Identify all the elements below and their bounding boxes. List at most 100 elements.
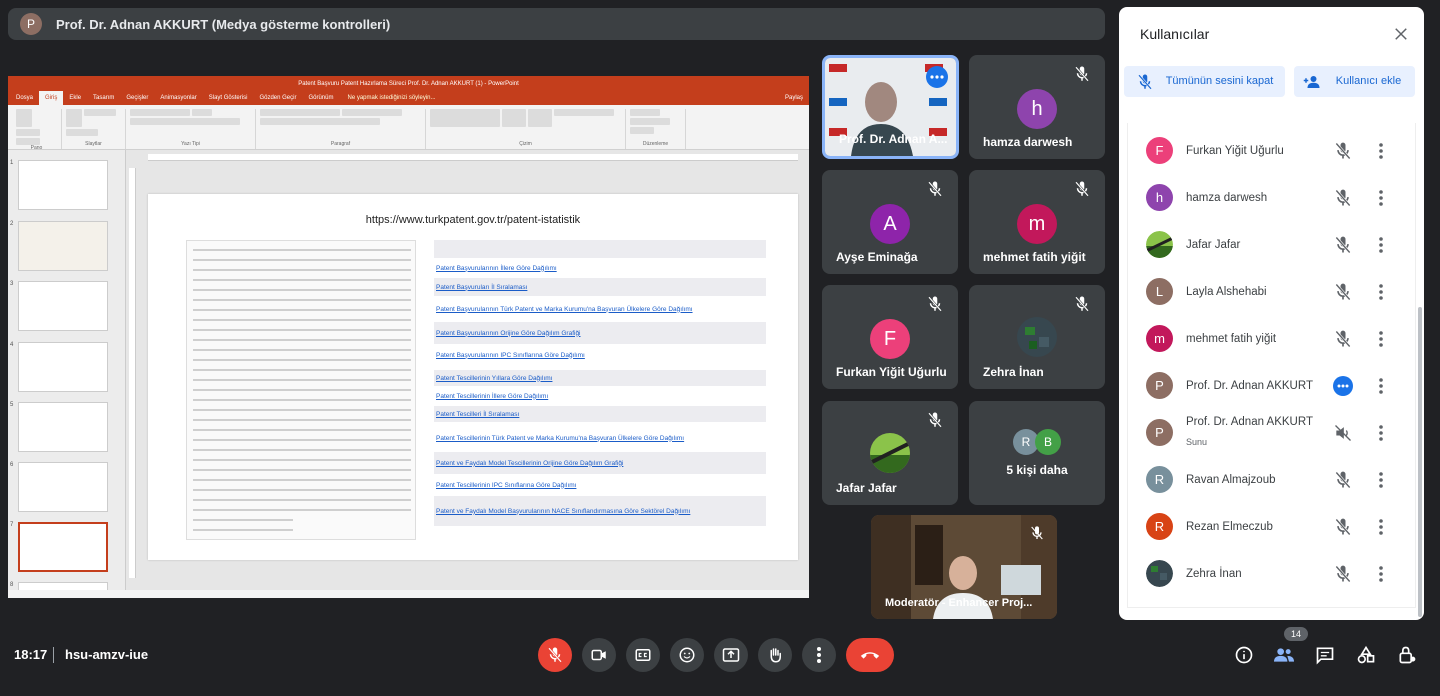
participant-row[interactable]: Zehra İnan — [1128, 550, 1417, 597]
present-screen-button[interactable] — [714, 638, 748, 672]
pp-tab-animations[interactable]: Animasyonlar — [154, 91, 202, 105]
tile-avatar: A — [870, 204, 910, 244]
mic-off-icon[interactable] — [1333, 188, 1353, 208]
stat-link[interactable]: Patent Başvurularının İllere Göre Dağılı… — [434, 262, 766, 274]
stat-link[interactable]: Patent Tescillerinin Türk Patent ve Mark… — [434, 430, 766, 446]
stat-link[interactable]: Patent Başvurularının Türk Patent ve Mar… — [434, 300, 766, 318]
mic-off-icon[interactable] — [1333, 470, 1353, 490]
mute-all-button[interactable]: Tümünün sesini kapat — [1124, 66, 1285, 97]
slide-thumb[interactable]: 5 — [10, 402, 124, 455]
stat-link[interactable]: Patent ve Faydalı Model Tescillerinin Or… — [434, 452, 766, 474]
slide-thumb[interactable]: 2 — [10, 221, 124, 274]
tile-hamza[interactable]: h hamza darwesh — [969, 55, 1105, 159]
stat-link[interactable] — [434, 240, 766, 258]
participant-row[interactable]: F Furkan Yiğit Uğurlu — [1128, 127, 1417, 174]
participant-row[interactable]: L Layla Alshehabi — [1128, 268, 1417, 315]
participant-row[interactable]: P Prof. Dr. Adnan AKKURT Sunu — [1128, 409, 1417, 456]
more-vert-icon[interactable] — [1375, 282, 1387, 302]
more-options-icon[interactable] — [926, 66, 948, 88]
slide-thumb[interactable]: 1 — [10, 160, 124, 213]
pp-tab-file[interactable]: Dosya — [10, 91, 39, 105]
mic-off-icon[interactable] — [1333, 282, 1353, 302]
stat-link[interactable]: Patent ve Faydalı Model Başvurularının N… — [434, 496, 766, 526]
captions-button[interactable] — [626, 638, 660, 672]
ribbon-group-clipboard: Pano — [12, 109, 62, 151]
host-controls-button[interactable] — [1395, 643, 1419, 667]
close-icon[interactable] — [1392, 25, 1410, 43]
speaking-indicator-icon — [1333, 375, 1353, 396]
pp-tell-me[interactable]: Ne yapmak istediğinizi söyleyin... — [347, 95, 435, 101]
stat-link[interactable]: Patent Tescillerinin İllere Göre Dağılım… — [434, 390, 766, 402]
pp-tab-review[interactable]: Gözden Geçir — [253, 91, 302, 105]
stat-link[interactable]: Patent Başvurularının IPC Sınıflarına Gö… — [434, 348, 766, 362]
tile-more-people[interactable]: R B 5 kişi daha — [969, 401, 1105, 505]
raise-hand-button[interactable] — [758, 638, 792, 672]
more-options-button[interactable] — [802, 638, 836, 672]
tile-presenter[interactable]: Prof. Dr. Adnan A... — [822, 55, 959, 159]
tile-mehmet[interactable]: m mehmet fatih yiğit — [969, 170, 1105, 274]
activities-button[interactable] — [1354, 643, 1378, 667]
pp-share-button[interactable]: Paylaş — [785, 95, 803, 101]
mic-off-icon[interactable] — [1333, 517, 1353, 537]
pp-tab-insert[interactable]: Ekle — [63, 91, 87, 105]
chat-button[interactable] — [1313, 643, 1337, 667]
stat-link[interactable]: Patent Tescilleri İl Sıralaması — [434, 406, 766, 422]
volume-off-icon[interactable] — [1333, 423, 1353, 443]
participant-row[interactable]: h hamza darwesh — [1128, 174, 1417, 221]
mic-off-icon[interactable] — [1333, 329, 1353, 349]
mic-off-icon[interactable] — [1333, 564, 1353, 584]
pp-tab-slideshow[interactable]: Slayt Gösterisi — [203, 91, 254, 105]
people-button[interactable] — [1272, 643, 1296, 667]
stat-link[interactable]: Patent Başvurularının Orijine Göre Dağıl… — [434, 322, 766, 344]
participant-row[interactable]: Jafar Jafar — [1128, 221, 1417, 268]
meeting-details-button[interactable] — [1232, 643, 1256, 667]
info-icon — [1235, 646, 1253, 664]
pp-tab-view[interactable]: Görünüm — [302, 91, 339, 105]
pp-tab-design[interactable]: Tasarım — [87, 91, 120, 105]
tile-jafar[interactable]: Jafar Jafar — [822, 401, 958, 505]
add-user-button[interactable]: Kullanıcı ekle — [1294, 66, 1415, 97]
presenter-bar[interactable]: P Prof. Dr. Adnan AKKURT (Medya gösterme… — [8, 8, 1105, 40]
shared-screen: Patent Başvuru Patent Hazırlama Süreci P… — [8, 76, 809, 598]
slide-thumb[interactable]: 4 — [10, 342, 124, 395]
stat-link[interactable]: Patent Tescillerinin Yıllara Göre Dağılı… — [434, 370, 766, 386]
tile-self[interactable]: Moderatör - Enhancer Proj... — [871, 515, 1057, 619]
more-vert-icon[interactable] — [1375, 188, 1387, 208]
participant-row[interactable]: P Prof. Dr. Adnan AKKURT — [1128, 362, 1417, 409]
tile-furkan[interactable]: F Furkan Yiğit Uğurlu — [822, 285, 958, 389]
camera-toggle-button[interactable] — [582, 638, 616, 672]
tile-zehra[interactable]: Zehra İnan — [969, 285, 1105, 389]
participant-row[interactable]: R Ravan Almajzoub — [1128, 456, 1417, 503]
participant-name: Rezan Elmeczub — [1186, 520, 1273, 533]
mic-off-icon[interactable] — [1333, 141, 1353, 161]
leave-call-button[interactable] — [846, 638, 894, 672]
emoji-button[interactable] — [670, 638, 704, 672]
pp-tab-home[interactable]: Giriş — [39, 91, 64, 105]
more-vert-icon[interactable] — [1375, 141, 1387, 161]
tile-avatar: F — [870, 319, 910, 359]
tile-ayse[interactable]: A Ayşe Eminağa — [822, 170, 958, 274]
current-slide[interactable]: https://www.turkpatent.gov.tr/patent-ist… — [148, 194, 798, 560]
slide-thumb[interactable]: 3 — [10, 281, 124, 334]
mic-toggle-button[interactable] — [538, 638, 572, 672]
slide-thumb[interactable]: 6 — [10, 462, 124, 515]
tile-name: Zehra İnan — [983, 365, 1044, 379]
stat-link[interactable]: Patent Tescillerinin IPC Sınıflarına Gör… — [434, 478, 766, 492]
more-vert-icon[interactable] — [1375, 376, 1387, 396]
powerpoint-title-bar: Patent Başvuru Patent Hazırlama Süreci P… — [8, 76, 809, 91]
mic-off-icon[interactable] — [1333, 235, 1353, 255]
participant-avatar: L — [1146, 278, 1173, 305]
participant-row[interactable]: m mehmet fatih yiğit — [1128, 315, 1417, 362]
mic-off-icon — [548, 647, 562, 663]
more-vert-icon[interactable] — [1375, 564, 1387, 584]
more-vert-icon[interactable] — [1375, 423, 1387, 443]
more-vert-icon[interactable] — [1375, 329, 1387, 349]
participant-row[interactable]: R Rezan Elmeczub — [1128, 503, 1417, 550]
panel-scrollbar[interactable] — [1418, 307, 1422, 617]
slide-thumb-selected[interactable]: 7 — [10, 522, 124, 575]
pp-tab-transitions[interactable]: Geçişler — [120, 91, 154, 105]
more-vert-icon[interactable] — [1375, 235, 1387, 255]
stat-link[interactable]: Patent Başvuruları İl Sıralaması — [434, 278, 766, 296]
more-vert-icon[interactable] — [1375, 470, 1387, 490]
more-vert-icon[interactable] — [1375, 517, 1387, 537]
